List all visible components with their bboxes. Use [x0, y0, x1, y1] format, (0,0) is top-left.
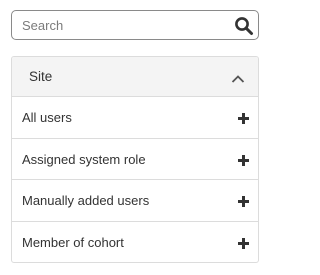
list-item-label: Manually added users: [22, 193, 150, 208]
site-filter-panel: Site All users Assigned system role Manu…: [11, 56, 259, 263]
chevron-up-icon[interactable]: [231, 71, 245, 83]
plus-icon[interactable]: [238, 236, 249, 249]
list-item-label: Member of cohort: [22, 234, 124, 250]
list-item-assigned-system-role[interactable]: Assigned system role: [12, 139, 258, 180]
search-input[interactable]: [12, 11, 232, 39]
plus-icon[interactable]: [238, 111, 249, 124]
list-item-member-of-cohort[interactable]: Member of cohort: [12, 222, 258, 263]
list-item-label: Assigned system role: [22, 151, 146, 167]
search-icon[interactable]: [234, 16, 254, 36]
search-box: [11, 10, 259, 40]
list-item-all-users[interactable]: All users: [12, 97, 258, 139]
panel-header-site[interactable]: Site: [12, 57, 258, 97]
plus-icon[interactable]: [238, 153, 249, 166]
panel-title: Site: [29, 69, 53, 84]
list-item-manually-added-users[interactable]: Manually added users: [12, 180, 258, 222]
list-item-label: All users: [22, 110, 72, 125]
plus-icon[interactable]: [238, 194, 249, 207]
